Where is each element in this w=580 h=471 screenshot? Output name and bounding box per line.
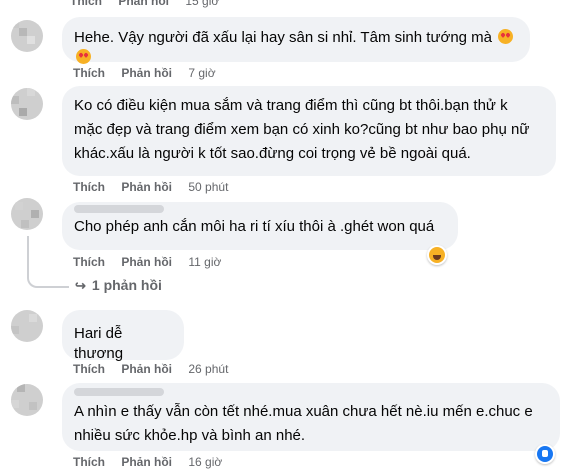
comment-bubble: Cho phép anh cắn môi ha ri tí xíu thôi à… [62,202,458,250]
laugh-reaction[interactable] [427,245,447,265]
reply-button[interactable]: Phản hồi [121,255,172,269]
timestamp[interactable]: 26 phút [188,362,228,376]
like-button[interactable]: Thích [73,455,105,469]
timestamp[interactable]: 11 giờ [188,255,221,269]
replies-count: 1 phản hồi [91,277,162,293]
author-name-blurred [74,205,164,213]
like-button[interactable]: Thích [70,0,102,8]
avatar[interactable] [11,20,43,52]
comment-bubble: A nhìn e thấy vẫn còn tết nhé.mua xuân c… [62,383,560,451]
avatar[interactable] [11,88,43,120]
comment-actions: Thích Phản hồi 50 phút [73,180,241,194]
timestamp[interactable]: 16 giờ [188,455,222,469]
reply-button[interactable]: Phản hồi [121,180,172,194]
comment-text-line: khác.xấu là người k tốt sao.đừng coi trọ… [74,145,471,162]
like-button[interactable]: Thích [73,180,105,194]
thread-connector [27,236,69,288]
comment-actions: Thích Phản hồi 26 phút [73,362,241,376]
comment-text-line: Ko có điều kiện mua sắm và trang điểm th… [74,97,508,114]
comment-text-line: nhiều sức khỏe.hp và bình an nhé. [74,427,306,444]
author-name-blurred [74,388,164,396]
comment-bubble: Ko có điều kiện mua sắm và trang điểm th… [62,86,556,176]
reply-arrow-icon: ↪ [75,278,86,293]
reply-button[interactable]: Phản hồi [121,455,172,469]
like-reaction[interactable] [535,444,555,464]
timestamp[interactable]: 15 giờ [185,0,219,8]
timestamp[interactable]: 50 phút [188,180,228,194]
view-replies-link[interactable]: ↪ 1 phản hồi [75,277,162,294]
comment-text: Hehe. Vậy người đã xấu lại hay sân si nh… [74,29,493,46]
like-button[interactable]: Thích [73,362,105,376]
like-button[interactable]: Thích [73,255,105,269]
comment-actions: Thích Phản hồi 11 giờ [73,255,234,269]
reply-button[interactable]: Phản hồi [121,66,172,80]
comment-text: Hari dễ thương [74,325,124,362]
comment-actions: Thích Phản hồi 7 giờ [73,66,229,80]
like-button[interactable]: Thích [73,66,105,80]
comment-text-line: mặc đẹp và trang điểm xem bạn có xinh ko… [74,121,530,138]
avatar[interactable] [11,310,43,342]
comment-text: Cho phép anh cắn môi ha ri tí xíu thôi à… [74,218,435,235]
comment-bubble: Hari dễ thương [62,310,184,362]
avatar[interactable] [11,384,43,416]
timestamp[interactable]: 7 giờ [188,66,215,80]
reply-button[interactable]: Phản hồi [121,362,172,376]
comment-actions: Thích Phản hồi 15 giờ [70,0,232,8]
comment-text-line: A nhìn e thấy vẫn còn tết nhé.mua xuân c… [74,403,533,420]
reply-button[interactable]: Phản hồi [118,0,169,8]
star-struck-emoji [498,29,514,44]
comment-actions: Thích Phản hồi 16 giờ [73,455,235,469]
comment-bubble: Hehe. Vậy người đã xấu lại hay sân si nh… [62,17,530,64]
avatar[interactable] [11,198,43,230]
star-struck-emoji [76,49,91,64]
